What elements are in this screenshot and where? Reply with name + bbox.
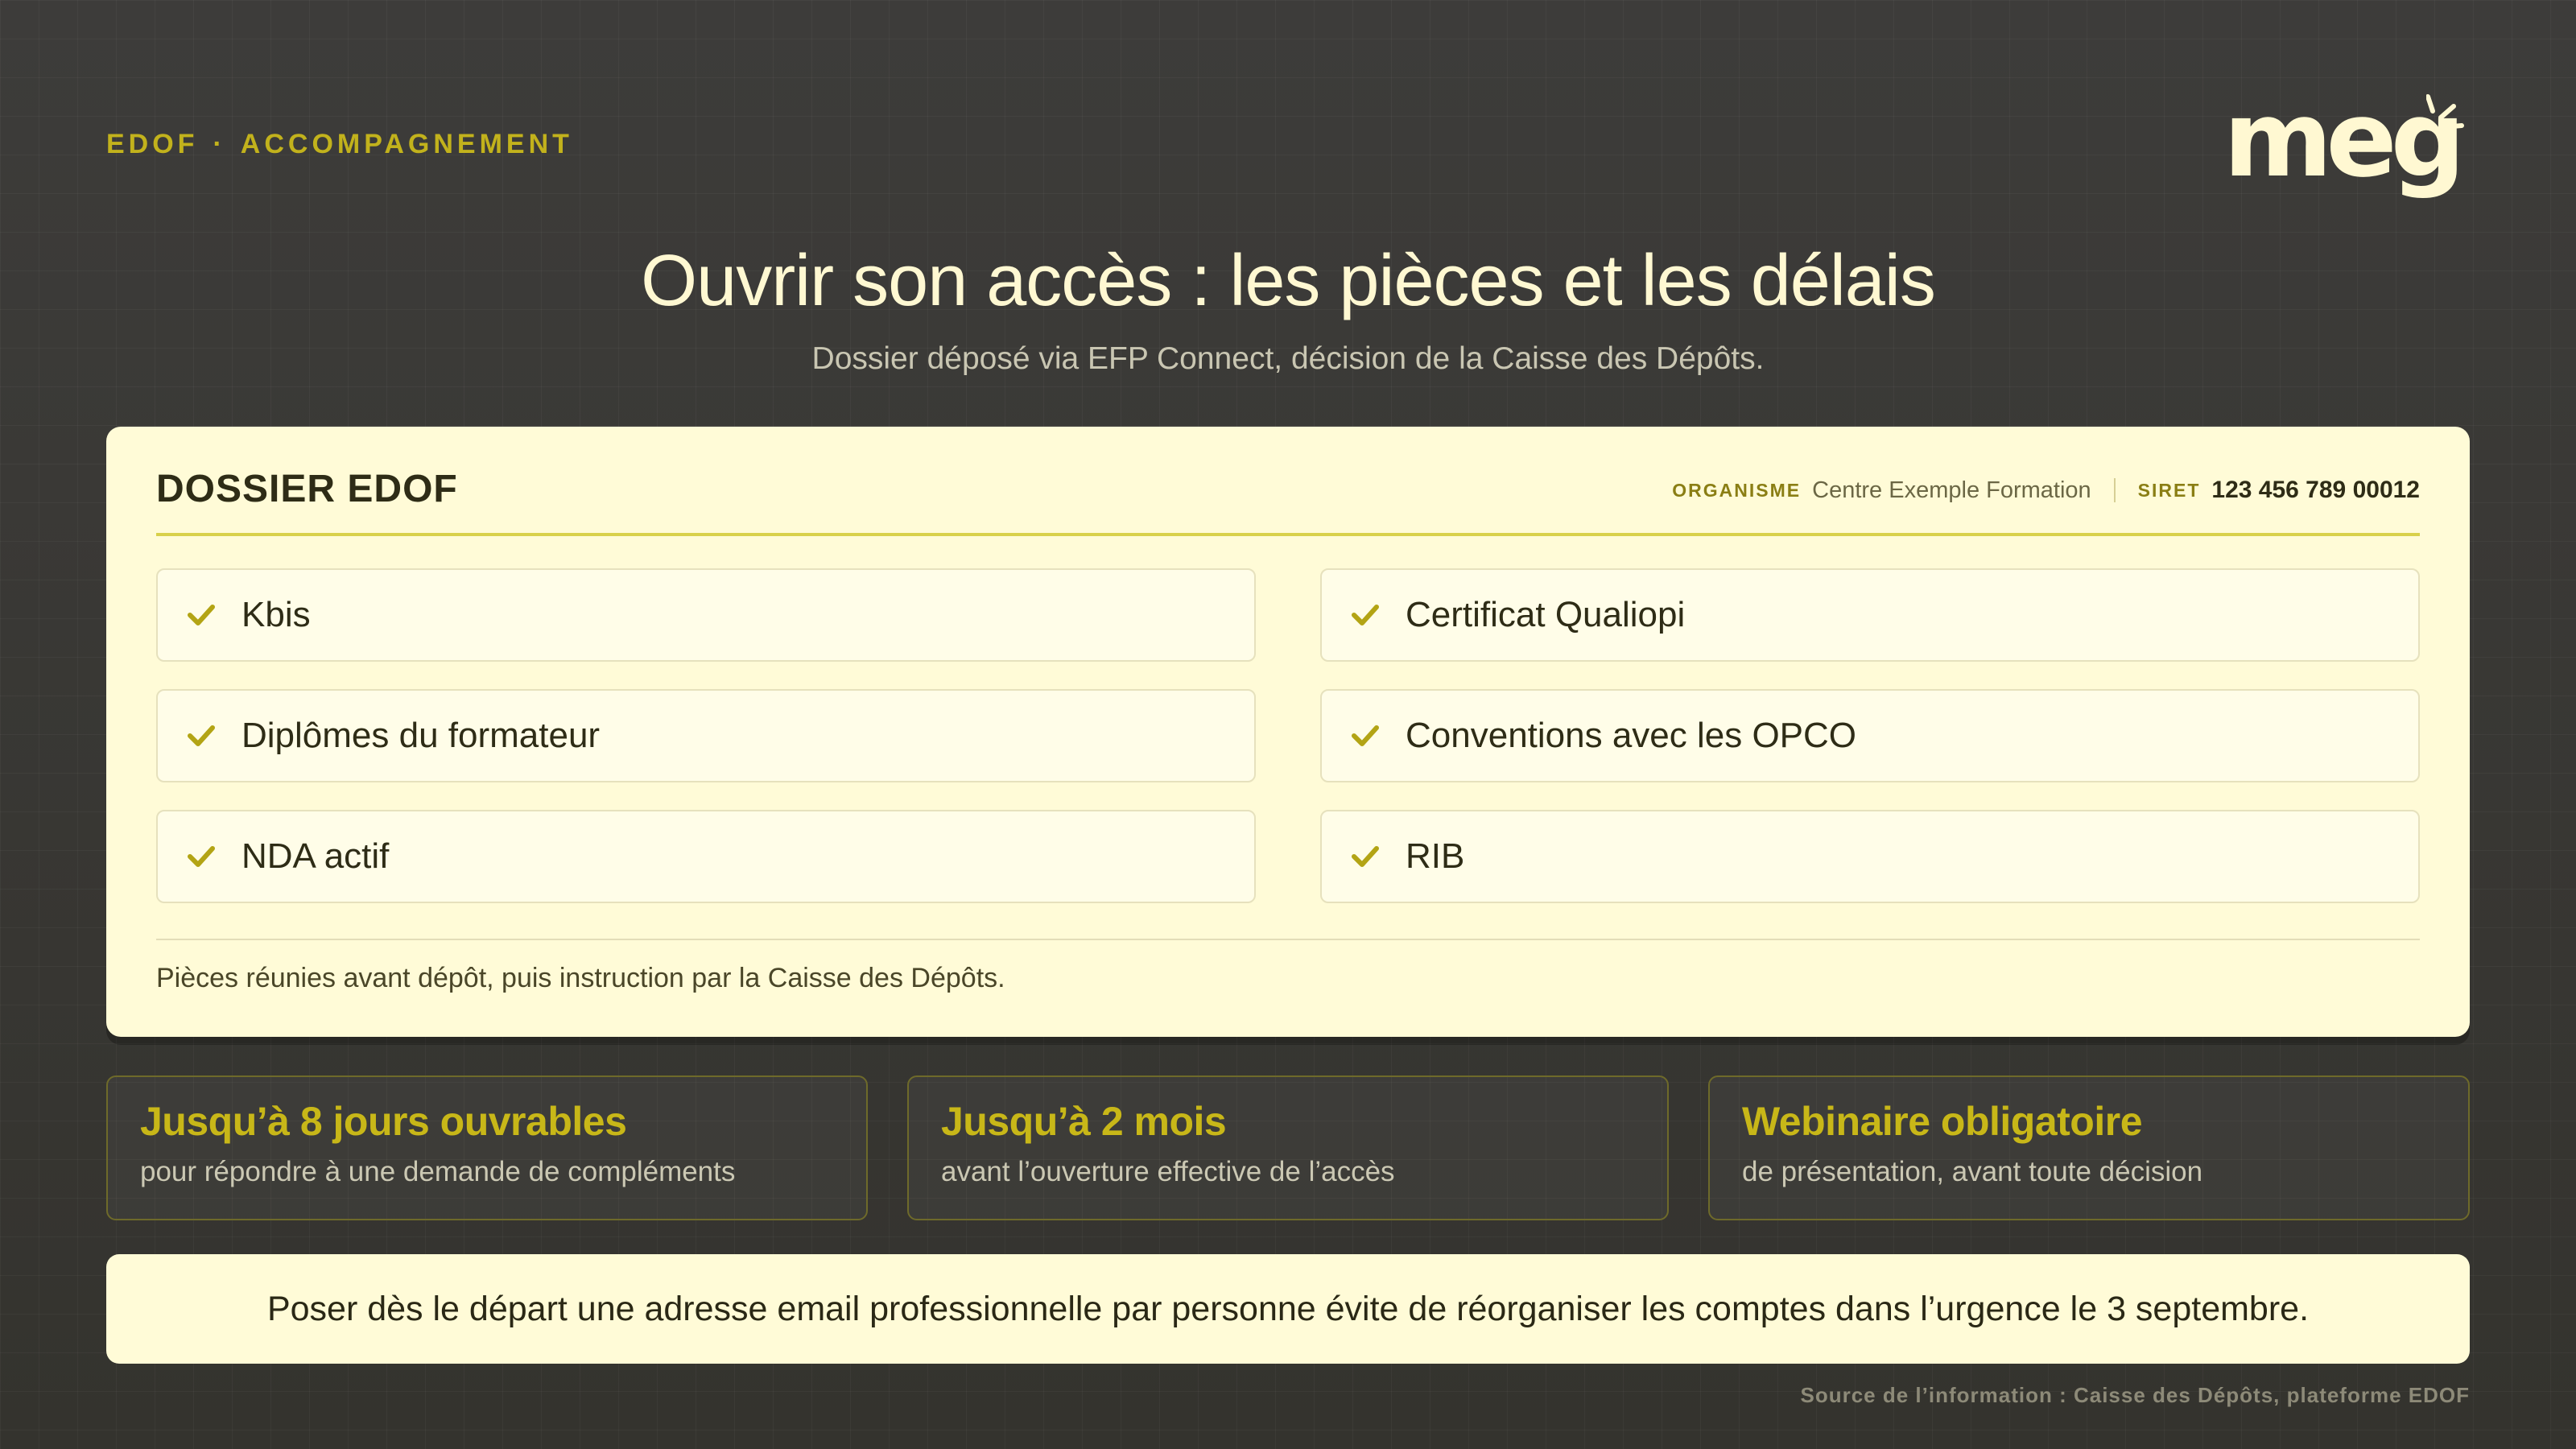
card-footer-divider <box>156 939 2420 940</box>
delay-stats: Jusqu’à 8 jours ouvrables pour répondre … <box>106 1075 2470 1220</box>
eyebrow: EDOF · ACCOMPAGNEMENT <box>106 129 573 160</box>
organisme-meta: ORGANISME Centre Exemple Formation SIRET… <box>1672 477 2420 504</box>
checklist-item-label: NDA actif <box>242 836 390 876</box>
stat-card: Jusqu’à 8 jours ouvrables pour répondre … <box>106 1075 868 1220</box>
check-icon <box>1348 839 1383 874</box>
document-checklist: Kbis Certificat Qualiopi Diplômes du for… <box>156 568 2420 903</box>
checklist-item-label: Certificat Qualiopi <box>1406 595 1686 634</box>
checklist-item: Kbis <box>156 568 1256 662</box>
sparkle-icon <box>2426 94 2464 130</box>
check-icon <box>184 718 219 753</box>
checklist-item: Conventions avec les OPCO <box>1320 689 2420 782</box>
check-icon <box>1348 597 1383 633</box>
checklist-item: Certificat Qualiopi <box>1320 568 2420 662</box>
brand-logo: meg <box>2223 87 2473 216</box>
siret-value: 123 456 789 00012 <box>2211 477 2420 503</box>
checklist-item-label: Conventions avec les OPCO <box>1406 716 1857 755</box>
check-icon <box>1348 718 1383 753</box>
stat-card: Webinaire obligatoire de présentation, a… <box>1708 1075 2470 1220</box>
stat-card: Jusqu’à 2 mois avant l’ouverture effecti… <box>907 1075 1669 1220</box>
checklist-item-label: Kbis <box>242 595 311 634</box>
checklist-item-label: RIB <box>1406 836 1465 876</box>
card-title: DOSSIER EDOF <box>156 468 458 510</box>
check-icon <box>184 597 219 633</box>
check-icon <box>184 839 219 874</box>
stat-detail: pour répondre à une demande de complémen… <box>140 1156 736 1187</box>
meta-divider <box>2113 478 2116 502</box>
logo-wordmark: meg <box>2223 78 2466 200</box>
page-title: Ouvrir son accès : les pièces et les dél… <box>641 241 1936 321</box>
organisme-label: ORGANISME <box>1672 479 1802 501</box>
stat-detail: avant l’ouverture effective de l’accès <box>941 1156 1395 1187</box>
dossier-card: DOSSIER EDOF ORGANISME Centre Exemple Fo… <box>106 427 2470 1037</box>
checklist-item: Diplômes du formateur <box>156 689 1256 782</box>
card-note: Pièces réunies avant dépôt, puis instruc… <box>156 963 1005 993</box>
page-subtitle: Dossier déposé via EFP Connect, décision… <box>811 341 1765 376</box>
checklist-item: RIB <box>1320 810 2420 903</box>
card-title-divider <box>156 533 2420 536</box>
eyebrow-left: EDOF <box>106 129 199 159</box>
stat-headline: Jusqu’à 8 jours ouvrables <box>140 1099 627 1144</box>
organisme-value: Centre Exemple Formation <box>1812 477 2091 503</box>
stat-detail: de présentation, avant toute décision <box>1742 1156 2203 1187</box>
tip-text: Poser dès le départ une adresse email pr… <box>266 1289 2310 1328</box>
stat-headline: Webinaire obligatoire <box>1742 1099 2143 1144</box>
eyebrow-separator: · <box>213 129 226 159</box>
eyebrow-right: ACCOMPAGNEMENT <box>240 129 573 159</box>
tip-banner: Poser dès le départ une adresse email pr… <box>106 1254 2470 1364</box>
source-note: Source de l’information : Caisse des Dép… <box>1800 1383 2470 1407</box>
stat-headline: Jusqu’à 2 mois <box>941 1099 1227 1144</box>
checklist-item: NDA actif <box>156 810 1256 903</box>
checklist-item-label: Diplômes du formateur <box>242 716 601 755</box>
siret-label: SIRET <box>2137 479 2201 501</box>
